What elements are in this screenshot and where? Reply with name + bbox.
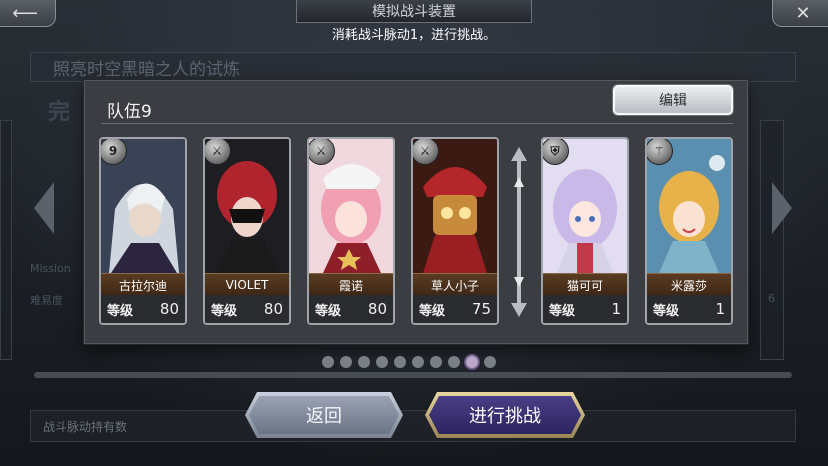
edit-button[interactable]: 编辑 <box>613 85 733 115</box>
level-value: 80 <box>367 300 387 318</box>
prev-stage-arrow[interactable] <box>34 182 54 234</box>
level-label: 等级 <box>549 303 576 319</box>
back-button-label: 返回 <box>306 406 342 427</box>
complete-label: 完 <box>48 100 71 125</box>
page-title: 模拟战斗装置 <box>296 0 532 23</box>
level-label: 等级 <box>315 303 342 319</box>
difficulty-label: 难易度 <box>30 294 63 307</box>
scroll-track <box>34 372 792 378</box>
page-dot-8[interactable] <box>448 356 460 368</box>
character-card-3[interactable]: ⚔ 霞诺 等级 80 <box>307 137 395 325</box>
character-card-1[interactable]: 9 古拉尔迪 等级 80 <box>99 137 187 325</box>
character-card-2[interactable]: ⚔ VIOLET 等级 80 <box>203 137 291 325</box>
pulse-status-row: 战斗脉动持有数 <box>30 410 796 442</box>
stage-banner: 照亮时空黑暗之人的试炼 <box>30 52 796 82</box>
level-value: 75 <box>471 300 491 318</box>
level-value: 1 <box>611 300 621 318</box>
pulse-label: 战斗脉动持有数 <box>43 419 128 434</box>
subtitle: 消耗战斗脉动1，进行挑战。 <box>331 28 497 43</box>
level-row: 等级 80 <box>101 295 185 323</box>
page-dot-1[interactable] <box>322 356 334 368</box>
team-name: 队伍9 <box>107 102 152 122</box>
level-label: 等级 <box>419 303 446 319</box>
page-dot-4[interactable] <box>376 356 388 368</box>
level-label: 等级 <box>211 303 238 319</box>
character-card-4[interactable]: ⚔ 草人小子 等级 75 <box>411 137 499 325</box>
page-dot-5[interactable] <box>394 356 406 368</box>
page-dot-3[interactable] <box>358 356 370 368</box>
level-row: 等级 80 <box>205 295 289 323</box>
page-dot-10[interactable] <box>484 356 496 368</box>
level-label: 等级 <box>653 303 680 319</box>
team-dialog: 队伍9 编辑 9 古拉尔迪 等级 80 ⚔ VIOLET 等级 80 ⚔ 霞诺 <box>84 80 748 344</box>
character-name: 米露莎 <box>647 273 731 296</box>
next-stage-arrow[interactable] <box>772 182 792 234</box>
bg-panel-right <box>760 120 784 360</box>
level-row: 等级 80 <box>309 295 393 323</box>
close-button[interactable]: ✕ <box>772 0 828 27</box>
back-button[interactable]: 返回 <box>245 392 403 438</box>
character-name: 草人小子 <box>413 273 497 296</box>
stage-title: 照亮时空黑暗之人的试炼 <box>53 59 240 80</box>
sword-icon: ⚔ <box>413 139 439 165</box>
level-value: 80 <box>263 300 283 318</box>
page-dot-9[interactable] <box>466 356 478 368</box>
sword-icon: ⚔ <box>205 139 231 165</box>
level-value: 1 <box>715 300 725 318</box>
level-value: 80 <box>159 300 179 318</box>
character-name: VIOLET <box>205 273 289 296</box>
front-back-divider <box>509 147 529 317</box>
back-arrow-button[interactable]: ⟵ <box>0 0 56 27</box>
number-9-icon: 9 <box>101 139 127 165</box>
sword-icon: ⚔ <box>309 139 335 165</box>
level-row: 等级 75 <box>413 295 497 323</box>
challenge-button-label: 进行挑战 <box>469 406 541 427</box>
page-dot-2[interactable] <box>340 356 352 368</box>
page-dot-7[interactable] <box>430 356 442 368</box>
team-pagination <box>322 356 496 368</box>
title-divider <box>101 123 733 124</box>
mission-label: Mission <box>30 262 71 275</box>
staff-icon: ⚚ <box>647 139 673 165</box>
shield-icon: ⛨ <box>543 139 569 165</box>
level-row: 等级 1 <box>647 295 731 323</box>
arrow-left-icon: ⟵ <box>12 2 38 24</box>
character-name: 霞诺 <box>309 273 393 296</box>
bg-panel-left <box>0 120 12 360</box>
character-card-6[interactable]: ⚚ 米露莎 等级 1 <box>645 137 733 325</box>
close-icon: ✕ <box>795 2 811 24</box>
level-label: 等级 <box>107 303 134 319</box>
page-dot-6[interactable] <box>412 356 424 368</box>
character-card-5[interactable]: ⛨ 猫可可 等级 1 <box>541 137 629 325</box>
challenge-button[interactable]: 进行挑战 <box>425 392 585 438</box>
level-row: 等级 1 <box>543 295 627 323</box>
character-name: 古拉尔迪 <box>101 273 185 296</box>
bg-number: 6 <box>768 292 775 305</box>
character-name: 猫可可 <box>543 273 627 296</box>
